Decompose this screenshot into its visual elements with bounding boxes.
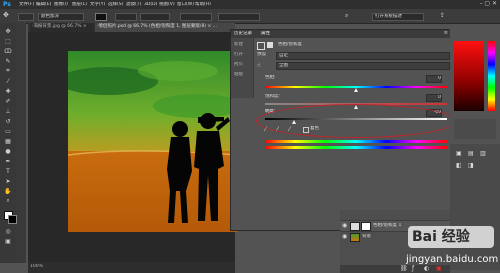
options-bar: ✥ 颜色加深 ⌕ 打开系统描述 ⇪ [0, 9, 500, 24]
layer-name[interactable]: 背景 [362, 234, 371, 240]
app-logo-icon: Ps [3, 1, 11, 8]
share-icon[interactable]: ⇪ [440, 12, 445, 19]
tab-properties[interactable]: 属性 [261, 31, 270, 37]
document-image[interactable] [68, 51, 238, 232]
preset-label: 预设 [257, 52, 266, 57]
layer-image-thumb [350, 233, 360, 242]
move-tool-icon[interactable]: ✥ [3, 27, 13, 35]
menu-filter[interactable]: 滤镜(T) [126, 2, 141, 8]
option-field-2[interactable] [140, 13, 170, 21]
hand-target-icon[interactable]: ☝ [257, 62, 261, 69]
tool-preset-picker[interactable] [18, 13, 34, 21]
menu-image[interactable]: 图像(I) [54, 2, 68, 8]
history-strip: 新建 打开 拷贝 粘贴 [231, 38, 254, 98]
watermark-url: jingyan.baidu.com [406, 254, 499, 265]
option-field-4[interactable] [218, 13, 260, 21]
history-item[interactable]: 粘贴 [234, 72, 243, 78]
crop-tool-icon[interactable]: ⌗ [3, 67, 13, 75]
hue-slider-thumb[interactable] [354, 88, 358, 92]
option-field[interactable] [115, 13, 137, 21]
tab-active-doc[interactable]: ·情侣照片.psd @ 66.7% (色相/饱和度 1, 图层蒙版/8) × .… [95, 23, 235, 32]
menu-window[interactable]: 窗口(W) [177, 2, 194, 8]
color-swatch[interactable] [95, 13, 107, 21]
range-bar-bottom [265, 146, 447, 149]
channel-select[interactable]: 全图 [276, 62, 450, 70]
zoom-tool-icon[interactable]: ⌕ [3, 197, 13, 205]
blur-tool-icon[interactable]: ● [3, 147, 13, 155]
toolbar: ✥ ⬚ ↀ ✎ ⌗ ⁄ ✚ ✐ ⊥ ↺ ▭ ▦ ● ✒ T ➤ ✋ ⌕ ◎ ▣ [0, 23, 18, 263]
color-field[interactable] [454, 41, 484, 111]
type-tool-icon[interactable]: T [3, 167, 13, 175]
preset-select[interactable]: 自定 [276, 52, 450, 60]
panel-menu-icon[interactable]: ≡ [444, 30, 448, 36]
status-bar: 100% [28, 262, 235, 273]
menu-bar: Ps 文件(F) 编辑(E) 图像(I) 图层(L) 文字(Y) 选择(S) 滤… [0, 0, 500, 9]
tab-background-doc[interactable]: ·海报背景.jpg @ 66.7% × [30, 23, 94, 32]
pen-tool-icon[interactable]: ✒ [3, 157, 13, 165]
quick-select-tool-icon[interactable]: ✎ [3, 57, 13, 65]
menu-help[interactable]: 帮助(H) [195, 2, 211, 8]
option-field-3[interactable] [180, 13, 212, 21]
watermark-brand: Bai 经验 [412, 229, 470, 245]
screen-mode-icon[interactable]: ▣ [3, 237, 13, 245]
history-item[interactable]: 新建 [234, 42, 243, 48]
saturation-value[interactable]: 0 [426, 94, 442, 102]
zoom-level[interactable]: 100% [30, 264, 43, 270]
gradient-tool-icon[interactable]: ▦ [3, 137, 13, 145]
adjustment-icon [257, 42, 265, 50]
lasso-tool-icon[interactable]: ↀ [3, 47, 13, 55]
brush-tool-icon[interactable]: ✐ [3, 97, 13, 105]
panel-icon-3[interactable]: ▥ [480, 150, 486, 157]
quick-mask-icon[interactable]: ◎ [3, 227, 13, 235]
move-tool-icon[interactable]: ✥ [3, 11, 9, 19]
menu-select[interactable]: 选择(S) [108, 2, 123, 8]
healing-tool-icon[interactable]: ✚ [3, 87, 13, 95]
eraser-tool-icon[interactable]: ▭ [3, 127, 13, 135]
hand-tool-icon[interactable]: ✋ [3, 187, 13, 195]
swatches-area [454, 119, 496, 139]
blend-mode-select[interactable]: 颜色加深 [38, 13, 84, 21]
color-panel [450, 29, 500, 144]
history-item[interactable]: 打开 [234, 52, 243, 58]
panel-icon-2[interactable]: ▤ [468, 150, 474, 157]
layer-visibility-icon[interactable]: ◉ [342, 233, 347, 240]
menu-view[interactable]: 视图(V) [159, 2, 175, 8]
history-item[interactable]: 拷贝 [234, 62, 243, 68]
menu-3d[interactable]: 3D(D) [144, 2, 157, 8]
marquee-tool-icon[interactable]: ⬚ [3, 37, 13, 45]
tab-history[interactable]: 历史记录 [234, 31, 252, 37]
history-brush-icon[interactable]: ↺ [3, 117, 13, 125]
properties-tabs: 历史记录 属性 ≡ [231, 30, 451, 38]
range-bar-top [265, 140, 447, 143]
panel-icon-4[interactable]: ◧ [456, 162, 462, 169]
hue-value[interactable]: 0 [426, 75, 442, 83]
layer-visibility-icon[interactable]: ◉ [342, 222, 347, 229]
layer-mask-thumb [361, 222, 371, 231]
menu-layer[interactable]: 图层(L) [72, 2, 87, 8]
search-icon[interactable]: ⌕ [345, 12, 348, 20]
path-select-icon[interactable]: ➤ [3, 177, 13, 185]
panel-icon-1[interactable]: ▣ [456, 150, 462, 157]
stamp-tool-icon[interactable]: ⊥ [3, 107, 13, 115]
menu-file[interactable]: 文件(F) [19, 2, 34, 8]
hue-label: 色相: [265, 75, 276, 80]
workspace-button[interactable]: 打开系统描述 [372, 13, 424, 21]
watermark: Bai 经验 jingyan.baidu.com [398, 220, 500, 273]
saturation-label: 饱和度: [265, 94, 281, 99]
layer-adjustment-thumb [350, 222, 360, 231]
panel-title: 色相/饱和度 [278, 42, 303, 47]
panel-icon-5[interactable]: ◨ [468, 162, 474, 169]
annotation-ellipse [256, 104, 456, 138]
window-controls-icon[interactable]: – ▢ ✕ [479, 0, 497, 7]
menu-type[interactable]: 文字(Y) [90, 2, 105, 8]
menu-edit[interactable]: 编辑(E) [36, 2, 51, 8]
photo-illustration [68, 51, 238, 232]
background-color-swatch[interactable] [8, 215, 17, 224]
toolbar-gutter [17, 23, 26, 263]
eyedropper-tool-icon[interactable]: ⁄ [3, 77, 13, 85]
document-tabs: ·海报背景.jpg @ 66.7% × ·情侣照片.psd @ 66.7% (色… [28, 23, 235, 32]
mask-icon[interactable] [267, 42, 273, 48]
hue-strip[interactable] [488, 41, 495, 111]
